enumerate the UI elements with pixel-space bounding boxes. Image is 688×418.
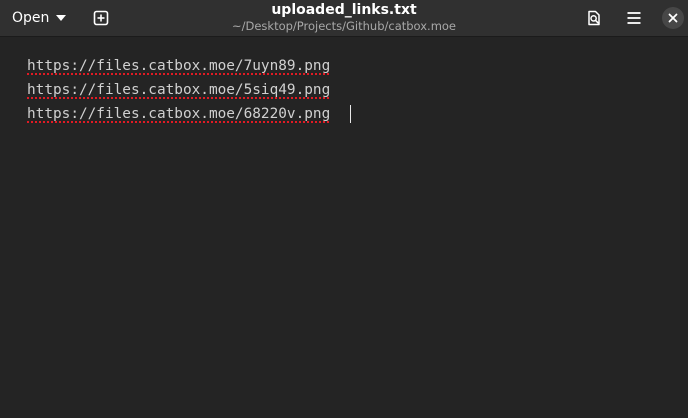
document-title: uploaded_links.txt <box>271 2 417 18</box>
text-editor-window: Open uploaded_links.txt ~/Desktop/Projec… <box>0 0 688 418</box>
close-button[interactable] <box>662 7 684 29</box>
text-editor-area[interactable]: https://files.catbox.moe/7uyn89.png http… <box>0 37 688 418</box>
window-title-block: uploaded_links.txt ~/Desktop/Projects/Gi… <box>194 2 494 33</box>
text-cursor <box>350 105 351 123</box>
editor-line[interactable]: https://files.catbox.moe/5siq49.png <box>27 80 330 100</box>
editor-line[interactable]: https://files.catbox.moe/7uyn89.png <box>27 56 330 76</box>
main-menu-button[interactable] <box>622 6 646 30</box>
new-tab-button[interactable] <box>89 6 113 30</box>
document-path: ~/Desktop/Projects/Github/catbox.moe <box>231 19 457 33</box>
header-bar: Open uploaded_links.txt ~/Desktop/Projec… <box>0 0 688 37</box>
chevron-down-icon <box>56 15 67 21</box>
search-button[interactable] <box>582 6 606 30</box>
close-icon <box>668 13 678 23</box>
editor-line[interactable]: https://files.catbox.moe/68220v.png <box>27 104 330 124</box>
open-button[interactable]: Open <box>5 4 72 31</box>
new-tab-icon <box>93 10 109 26</box>
hamburger-menu-icon <box>627 12 641 24</box>
open-button-label: Open <box>12 9 50 26</box>
search-icon <box>588 10 600 26</box>
